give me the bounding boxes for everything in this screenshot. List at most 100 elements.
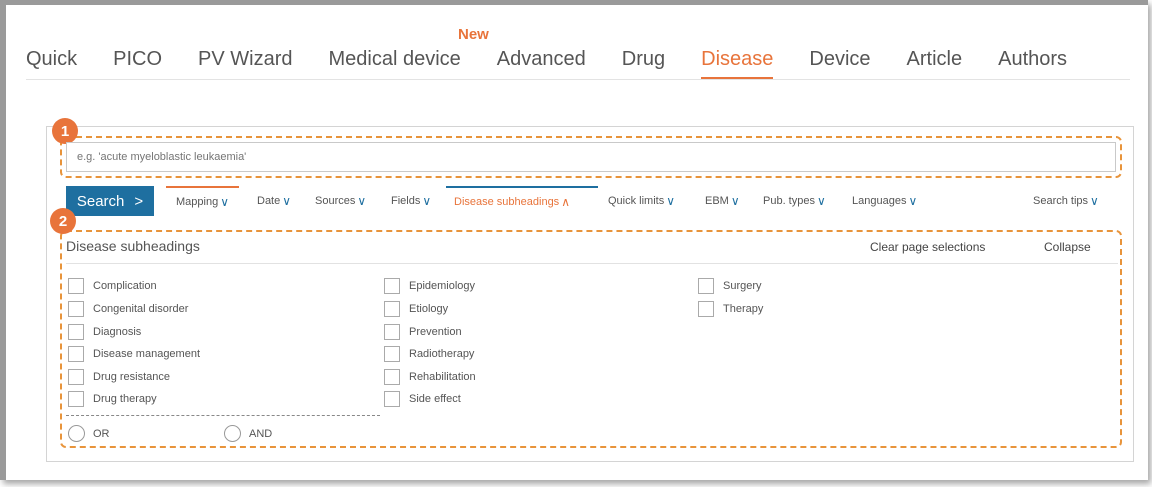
tab-advanced[interactable]: Advanced: [497, 48, 586, 79]
filter-disease-subheadings-label: Disease subheadings: [454, 196, 560, 208]
checkbox[interactable]: [698, 278, 714, 294]
tab-medical-device[interactable]: Medical device: [329, 48, 461, 79]
chevron-down-icon: ∨: [666, 194, 676, 208]
filter-quick-limits-label: Quick limits: [608, 195, 665, 207]
subheading-drug-therapy[interactable]: Drug therapy: [68, 391, 157, 407]
filter-sources-label: Sources: [315, 195, 356, 207]
filter-mapping[interactable]: Mapping ∨: [166, 186, 239, 216]
subheading-radiotherapy[interactable]: Radiotherapy: [384, 346, 474, 362]
filter-quick-limits[interactable]: Quick limits ∨: [608, 186, 675, 216]
checkbox-label: Drug therapy: [93, 393, 157, 405]
operator-or[interactable]: OR: [68, 425, 110, 442]
clear-page-selections-link[interactable]: Clear page selections: [870, 240, 985, 254]
operator-separator: [66, 415, 380, 416]
filter-languages-label: Languages: [852, 195, 907, 207]
checkbox-label: Prevention: [409, 326, 462, 338]
chevron-down-icon: ∨: [422, 194, 432, 208]
tab-drug[interactable]: Drug: [622, 48, 665, 79]
chevron-up-icon: ∧: [561, 195, 570, 209]
subheading-rehabilitation[interactable]: Rehabilitation: [384, 369, 476, 385]
tab-quick[interactable]: Quick: [26, 48, 77, 79]
filter-fields[interactable]: Fields ∨: [391, 186, 431, 216]
tab-pv-wizard[interactable]: PV Wizard: [198, 48, 292, 79]
checkbox[interactable]: [384, 391, 400, 407]
checkbox[interactable]: [384, 278, 400, 294]
subheading-etiology[interactable]: Etiology: [384, 301, 448, 317]
search-tips-link[interactable]: Search tips ∨: [1033, 186, 1099, 216]
filter-pub-types-label: Pub. types: [763, 195, 815, 207]
filter-fields-label: Fields: [391, 195, 421, 207]
new-badge: New: [458, 26, 489, 43]
subheadings-title: Disease subheadings: [66, 238, 200, 254]
radio-button[interactable]: [224, 425, 241, 442]
filter-disease-subheadings[interactable]: Disease subheadings ∧: [446, 186, 598, 216]
filter-bar: Mapping ∨ Date ∨ Sources ∨ Fields ∨ Dise…: [0, 186, 1152, 216]
subheading-therapy[interactable]: Therapy: [698, 301, 763, 317]
chevron-down-icon: ∨: [1090, 194, 1099, 208]
filter-ebm-label: EBM: [705, 195, 729, 207]
checkbox[interactable]: [384, 301, 400, 317]
subheading-disease-management[interactable]: Disease management: [68, 346, 200, 362]
subheading-drug-resistance[interactable]: Drug resistance: [68, 369, 170, 385]
radio-label: AND: [249, 427, 273, 440]
checkbox-label: Congenital disorder: [93, 303, 189, 315]
checkbox-label: Side effect: [409, 393, 461, 405]
filter-date[interactable]: Date ∨: [257, 186, 291, 216]
radio-label: OR: [93, 427, 110, 440]
checkbox-label: Complication: [93, 280, 157, 292]
disease-search-input[interactable]: [66, 142, 1116, 172]
subheading-diagnosis[interactable]: Diagnosis: [68, 324, 141, 340]
chevron-down-icon: ∨: [816, 194, 826, 208]
tabs-divider: [26, 79, 1130, 80]
checkbox-label: Diagnosis: [93, 326, 142, 338]
tab-article[interactable]: Article: [907, 48, 963, 79]
search-tips-label: Search tips: [1033, 195, 1089, 207]
step-marker-1: 1: [52, 118, 78, 144]
filter-ebm[interactable]: EBM ∨: [705, 186, 740, 216]
subheadings-header: Disease subheadings Clear page selection…: [66, 236, 1118, 264]
checkbox[interactable]: [68, 391, 84, 407]
tab-authors[interactable]: Authors: [998, 48, 1067, 79]
tab-disease[interactable]: Disease: [701, 48, 774, 79]
checkbox-label: Disease management: [93, 348, 201, 360]
checkbox-label: Therapy: [723, 303, 764, 315]
subheading-prevention[interactable]: Prevention: [384, 324, 462, 340]
search-tabs: Quick PICO PV Wizard Medical device Adva…: [26, 48, 1067, 79]
checkbox[interactable]: [68, 324, 84, 340]
chevron-down-icon: ∨: [730, 194, 740, 208]
checkbox[interactable]: [384, 369, 400, 385]
chevron-down-icon: ∨: [357, 194, 367, 208]
filter-languages[interactable]: Languages ∨: [852, 186, 917, 216]
subheading-side-effect[interactable]: Side effect: [384, 391, 461, 407]
subheading-surgery[interactable]: Surgery: [698, 278, 762, 294]
filter-sources[interactable]: Sources ∨: [315, 186, 366, 216]
subheading-congenital-disorder[interactable]: Congenital disorder: [68, 301, 188, 317]
checkbox[interactable]: [384, 346, 400, 362]
checkbox[interactable]: [384, 324, 400, 340]
subheading-epidemiology[interactable]: Epidemiology: [384, 278, 475, 294]
checkbox[interactable]: [68, 369, 84, 385]
tab-pico[interactable]: PICO: [113, 48, 162, 79]
operator-and[interactable]: AND: [224, 425, 272, 442]
chevron-down-icon: ∨: [282, 194, 292, 208]
chevron-down-icon: ∨: [908, 194, 918, 208]
chevron-down-icon: ∨: [220, 195, 229, 209]
checkbox-label: Surgery: [723, 280, 762, 292]
checkbox-label: Rehabilitation: [409, 371, 476, 383]
checkbox-label: Etiology: [409, 303, 449, 315]
subheading-complication[interactable]: Complication: [68, 278, 157, 294]
checkbox-label: Radiotherapy: [409, 348, 475, 360]
checkbox-label: Epidemiology: [409, 280, 476, 292]
checkbox[interactable]: [68, 301, 84, 317]
checkbox[interactable]: [698, 301, 714, 317]
tab-device[interactable]: Device: [809, 48, 870, 79]
radio-button[interactable]: [68, 425, 85, 442]
filter-date-label: Date: [257, 195, 281, 207]
filter-mapping-label: Mapping: [176, 196, 219, 208]
collapse-link[interactable]: Collapse: [1044, 240, 1091, 254]
checkbox[interactable]: [68, 346, 84, 362]
checkbox-label: Drug resistance: [93, 371, 171, 383]
filter-pub-types[interactable]: Pub. types ∨: [763, 186, 826, 216]
checkbox[interactable]: [68, 278, 84, 294]
step-marker-2: 2: [50, 208, 76, 234]
